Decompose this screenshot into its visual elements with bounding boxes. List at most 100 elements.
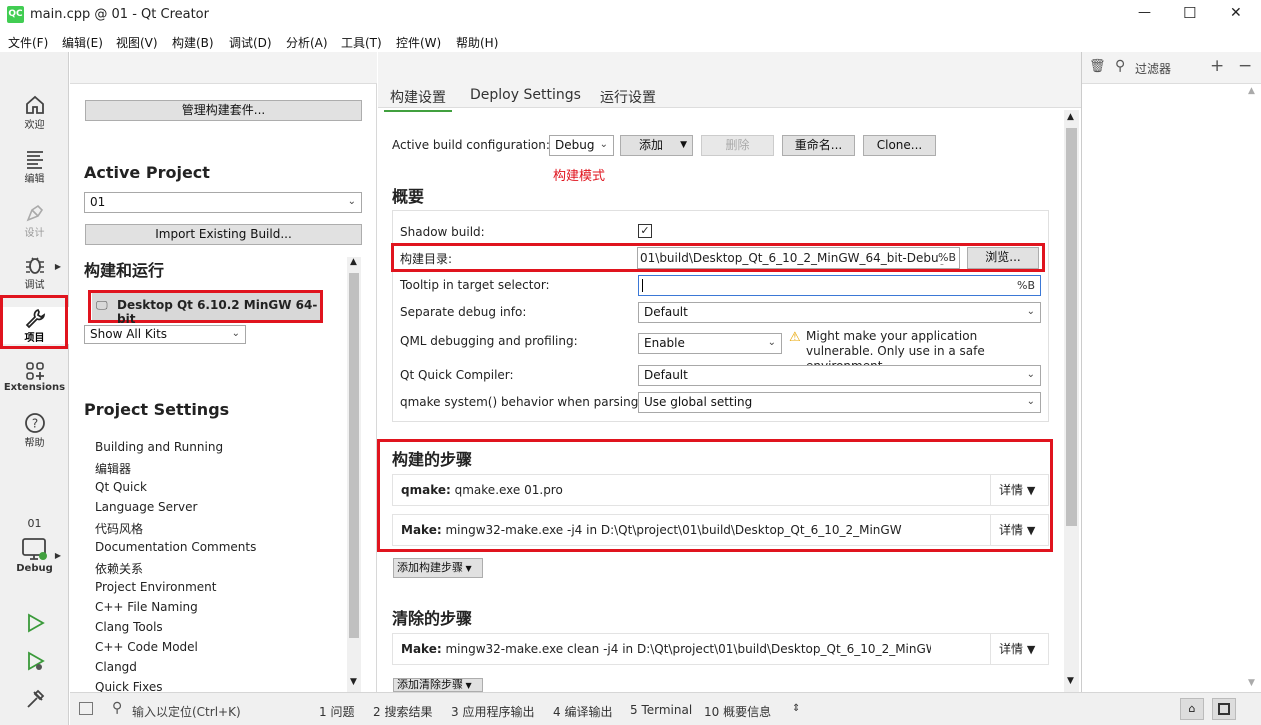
scroll-up-icon[interactable]: ▲ (350, 257, 357, 267)
variable-chooser-icon[interactable]: %B (1017, 279, 1035, 292)
settings-item[interactable]: Clang Tools (95, 620, 163, 634)
right-scrollbar[interactable]: ▲ ▼ (1245, 84, 1259, 692)
settings-item[interactable]: Clangd (95, 660, 137, 674)
settings-item[interactable]: 编辑器 (95, 460, 131, 477)
progress-toggle-icon[interactable]: ⌂ (1180, 698, 1204, 720)
toggle-right-pane-icon[interactable] (1212, 698, 1236, 720)
menu-analyze[interactable]: 分析(A) (286, 34, 328, 51)
clone-config-button[interactable]: Clone... (863, 135, 936, 156)
qml-debug-value: Enable (644, 336, 685, 350)
import-build-button[interactable]: Import Existing Build... (85, 224, 362, 245)
menu-debug[interactable]: 调试(D) (229, 34, 272, 51)
more-panes-icon[interactable]: ⇕ (792, 703, 800, 714)
trash-icon[interactable]: 🗑 (1089, 59, 1106, 74)
menu-view[interactable]: 视图(V) (116, 34, 158, 51)
menu-edit[interactable]: 编辑(E) (62, 34, 103, 51)
rename-config-button[interactable]: 重命名... (782, 135, 855, 156)
menu-help[interactable]: 帮助(H) (456, 34, 498, 51)
variable-chooser-icon[interactable]: %B (938, 251, 956, 264)
settings-item[interactable]: 依赖关系 (95, 560, 143, 577)
tab-deploy-settings[interactable]: Deploy Settings (470, 87, 581, 103)
add-icon[interactable]: + (1210, 56, 1224, 76)
pane-search-results[interactable]: 2 搜索结果 (373, 703, 432, 720)
mode-debug[interactable]: 调试 ▶ (0, 254, 69, 291)
filter-input[interactable]: 过滤器 (1135, 60, 1171, 77)
add-build-step-button[interactable]: 添加构建步骤 ▼ (393, 558, 483, 578)
kit-item[interactable]: 🖵 Desktop Qt 6.10.2 MinGW 64-bit (92, 293, 320, 326)
bug-icon (25, 257, 44, 274)
toggle-sidebar-icon[interactable] (79, 702, 93, 715)
details-button[interactable]: 详情 ▼ (990, 515, 1048, 545)
scroll-up-icon[interactable]: ▲ (1248, 86, 1255, 96)
show-kits-combo[interactable]: Show All Kits ⌄ (84, 325, 246, 344)
settings-item[interactable]: Building and Running (95, 440, 223, 454)
qmake-system-combo[interactable]: Use global setting ⌄ (638, 392, 1041, 413)
settings-item[interactable]: Project Environment (95, 580, 217, 594)
menu-build[interactable]: 构建(B) (172, 34, 214, 51)
menu-tools[interactable]: 工具(T) (341, 34, 382, 51)
settings-item[interactable]: Language Server (95, 500, 197, 514)
locator-input[interactable]: 输入以定位(Ctrl+K) (132, 703, 241, 720)
tooltip-input[interactable]: %B (638, 275, 1041, 296)
project-pane-scrollbar[interactable]: ▲ ▼ (347, 257, 361, 692)
build-dir-input[interactable]: 01\build\Desktop_Qt_6_10_2_MinGW_64_bit-… (637, 247, 960, 269)
active-config-combo[interactable]: Debug ⌄ (549, 135, 614, 156)
add-config-button[interactable]: 添加 ▼ (620, 135, 693, 156)
scroll-thumb[interactable] (349, 273, 359, 638)
mode-design[interactable]: 设计 (0, 202, 69, 239)
shadow-build-checkbox[interactable]: ✓ (638, 224, 652, 238)
pane-app-output[interactable]: 3 应用程序输出 (451, 703, 534, 720)
mode-edit[interactable]: 编辑 (0, 148, 69, 185)
tab-run-settings[interactable]: 运行设置 (600, 87, 656, 107)
menu-widgets[interactable]: 控件(W) (396, 34, 441, 51)
qt-quick-compiler-value: Default (644, 368, 688, 382)
pane-terminal[interactable]: 5 Terminal (630, 703, 692, 717)
right-side-pane (1081, 52, 1261, 692)
mode-label: 设计 (24, 228, 45, 239)
build-button[interactable] (0, 688, 69, 710)
pane-issues[interactable]: 1 问题 (319, 703, 354, 720)
qt-quick-compiler-combo[interactable]: Default ⌄ (638, 365, 1041, 386)
menu-file[interactable]: 文件(F) (8, 34, 48, 51)
debug-run-button[interactable] (0, 650, 69, 672)
separate-debug-combo[interactable]: Default ⌄ (638, 302, 1041, 323)
scroll-down-icon[interactable]: ▼ (1248, 678, 1255, 688)
pane-compile-output[interactable]: 4 编译输出 (553, 703, 612, 720)
scroll-up-icon[interactable]: ▲ (1067, 112, 1074, 122)
run-button[interactable] (0, 612, 69, 634)
step-text: Make: mingw32-make.exe clean -j4 in D:\Q… (401, 642, 931, 656)
settings-item[interactable]: Qt Quick (95, 480, 147, 494)
pane-general-messages[interactable]: 10 概要信息 (704, 703, 771, 720)
main-scrollbar[interactable]: ▲ ▼ (1064, 110, 1079, 692)
target-selector[interactable]: Debug ▶ (0, 537, 69, 574)
mode-welcome[interactable]: 欢迎 (0, 94, 69, 131)
add-clean-step-button[interactable]: 添加清除步骤 ▼ (393, 678, 483, 692)
scroll-down-icon[interactable]: ▼ (350, 677, 357, 687)
manage-kits-button[interactable]: 管理构建套件... (85, 100, 362, 121)
active-config-value: Debug (555, 138, 595, 152)
scroll-down-icon[interactable]: ▼ (1067, 676, 1074, 686)
minimize-button[interactable]: — (1138, 5, 1151, 20)
scroll-thumb[interactable] (1066, 128, 1077, 526)
step-text: qmake: qmake.exe 01.pro (401, 483, 563, 497)
settings-item[interactable]: C++ File Naming (95, 600, 198, 614)
settings-item[interactable]: C++ Code Model (95, 640, 198, 654)
details-button[interactable]: 详情 ▼ (990, 634, 1048, 664)
clean-steps-heading: 清除的步骤 (392, 609, 473, 628)
project-combo[interactable]: 01 ⌄ (84, 192, 362, 213)
maximize-button[interactable]: ☐ (1183, 4, 1196, 22)
mode-help[interactable]: ? 帮助 (0, 412, 69, 449)
collapse-icon[interactable]: − (1238, 56, 1252, 76)
tab-build-settings[interactable]: 构建设置 (384, 87, 452, 112)
delete-config-button[interactable]: 删除 (701, 135, 774, 156)
browse-button[interactable]: 浏览... (967, 247, 1039, 269)
build-step-qmake[interactable]: qmake: qmake.exe 01.pro 详情 ▼ (392, 474, 1049, 506)
settings-item[interactable]: 代码风格 (95, 520, 143, 537)
clean-step-make[interactable]: Make: mingw32-make.exe clean -j4 in D:\Q… (392, 633, 1049, 665)
mode-extensions[interactable]: Extensions (0, 360, 69, 393)
qml-debug-combo[interactable]: Enable ⌄ (638, 333, 782, 354)
details-button[interactable]: 详情 ▼ (990, 475, 1048, 505)
settings-item[interactable]: Documentation Comments (95, 540, 256, 554)
close-button[interactable]: ✕ (1230, 5, 1242, 21)
build-step-make[interactable]: Make: mingw32-make.exe -j4 in D:\Qt\proj… (392, 514, 1049, 546)
